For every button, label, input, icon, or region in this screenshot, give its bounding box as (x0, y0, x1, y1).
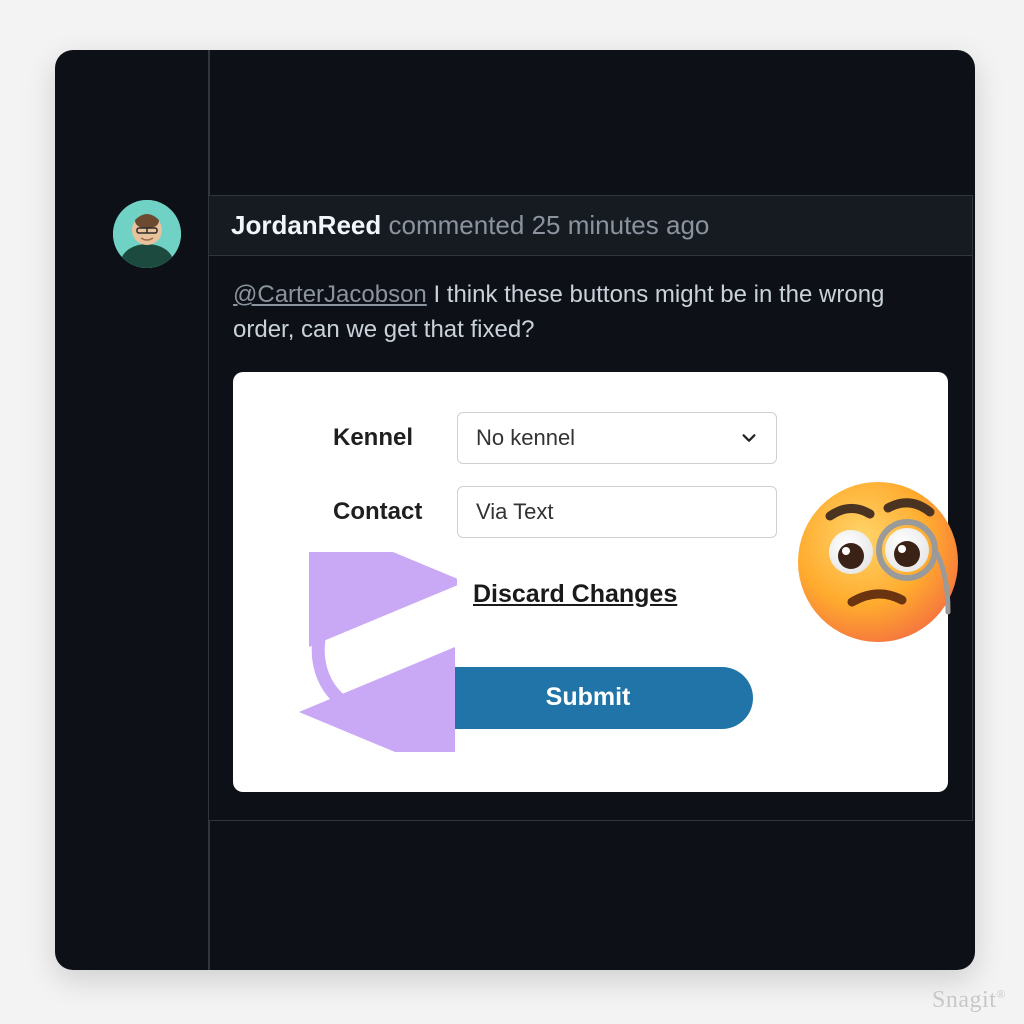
comment-author[interactable]: JordanReed (231, 210, 381, 240)
comment-text: @CarterJacobson I think these buttons mi… (233, 278, 948, 348)
comment-body: @CarterJacobson I think these buttons mi… (209, 256, 972, 820)
face-with-monocle-icon (788, 472, 968, 652)
avatar[interactable] (113, 200, 181, 268)
swap-arrow-icon (277, 552, 457, 752)
comment-box: JordanReed commented 25 minutes ago @Car… (208, 195, 973, 821)
contact-input[interactable]: Via Text (457, 486, 777, 538)
kennel-label: Kennel (283, 424, 433, 452)
kennel-select[interactable]: No kennel (457, 412, 777, 464)
form-row-kennel: Kennel No kennel (283, 412, 898, 464)
comment-time: 25 minutes ago (532, 210, 710, 240)
mention-link[interactable]: @CarterJacobson (233, 281, 427, 308)
watermark: Snagit® (932, 987, 1006, 1014)
embedded-screenshot: Kennel No kennel Contact Via Text Discar… (233, 372, 948, 792)
chevron-down-icon (740, 429, 758, 447)
comment-card: JordanReed commented 25 minutes ago @Car… (55, 50, 975, 970)
comment-header: JordanReed commented 25 minutes ago (209, 196, 972, 256)
comment-action: commented (389, 210, 525, 240)
contact-input-value: Via Text (476, 499, 553, 525)
discard-changes-link[interactable]: Discard Changes (473, 580, 677, 609)
contact-label: Contact (283, 498, 433, 526)
kennel-select-value: No kennel (476, 425, 575, 451)
submit-button[interactable]: Submit (423, 667, 753, 729)
